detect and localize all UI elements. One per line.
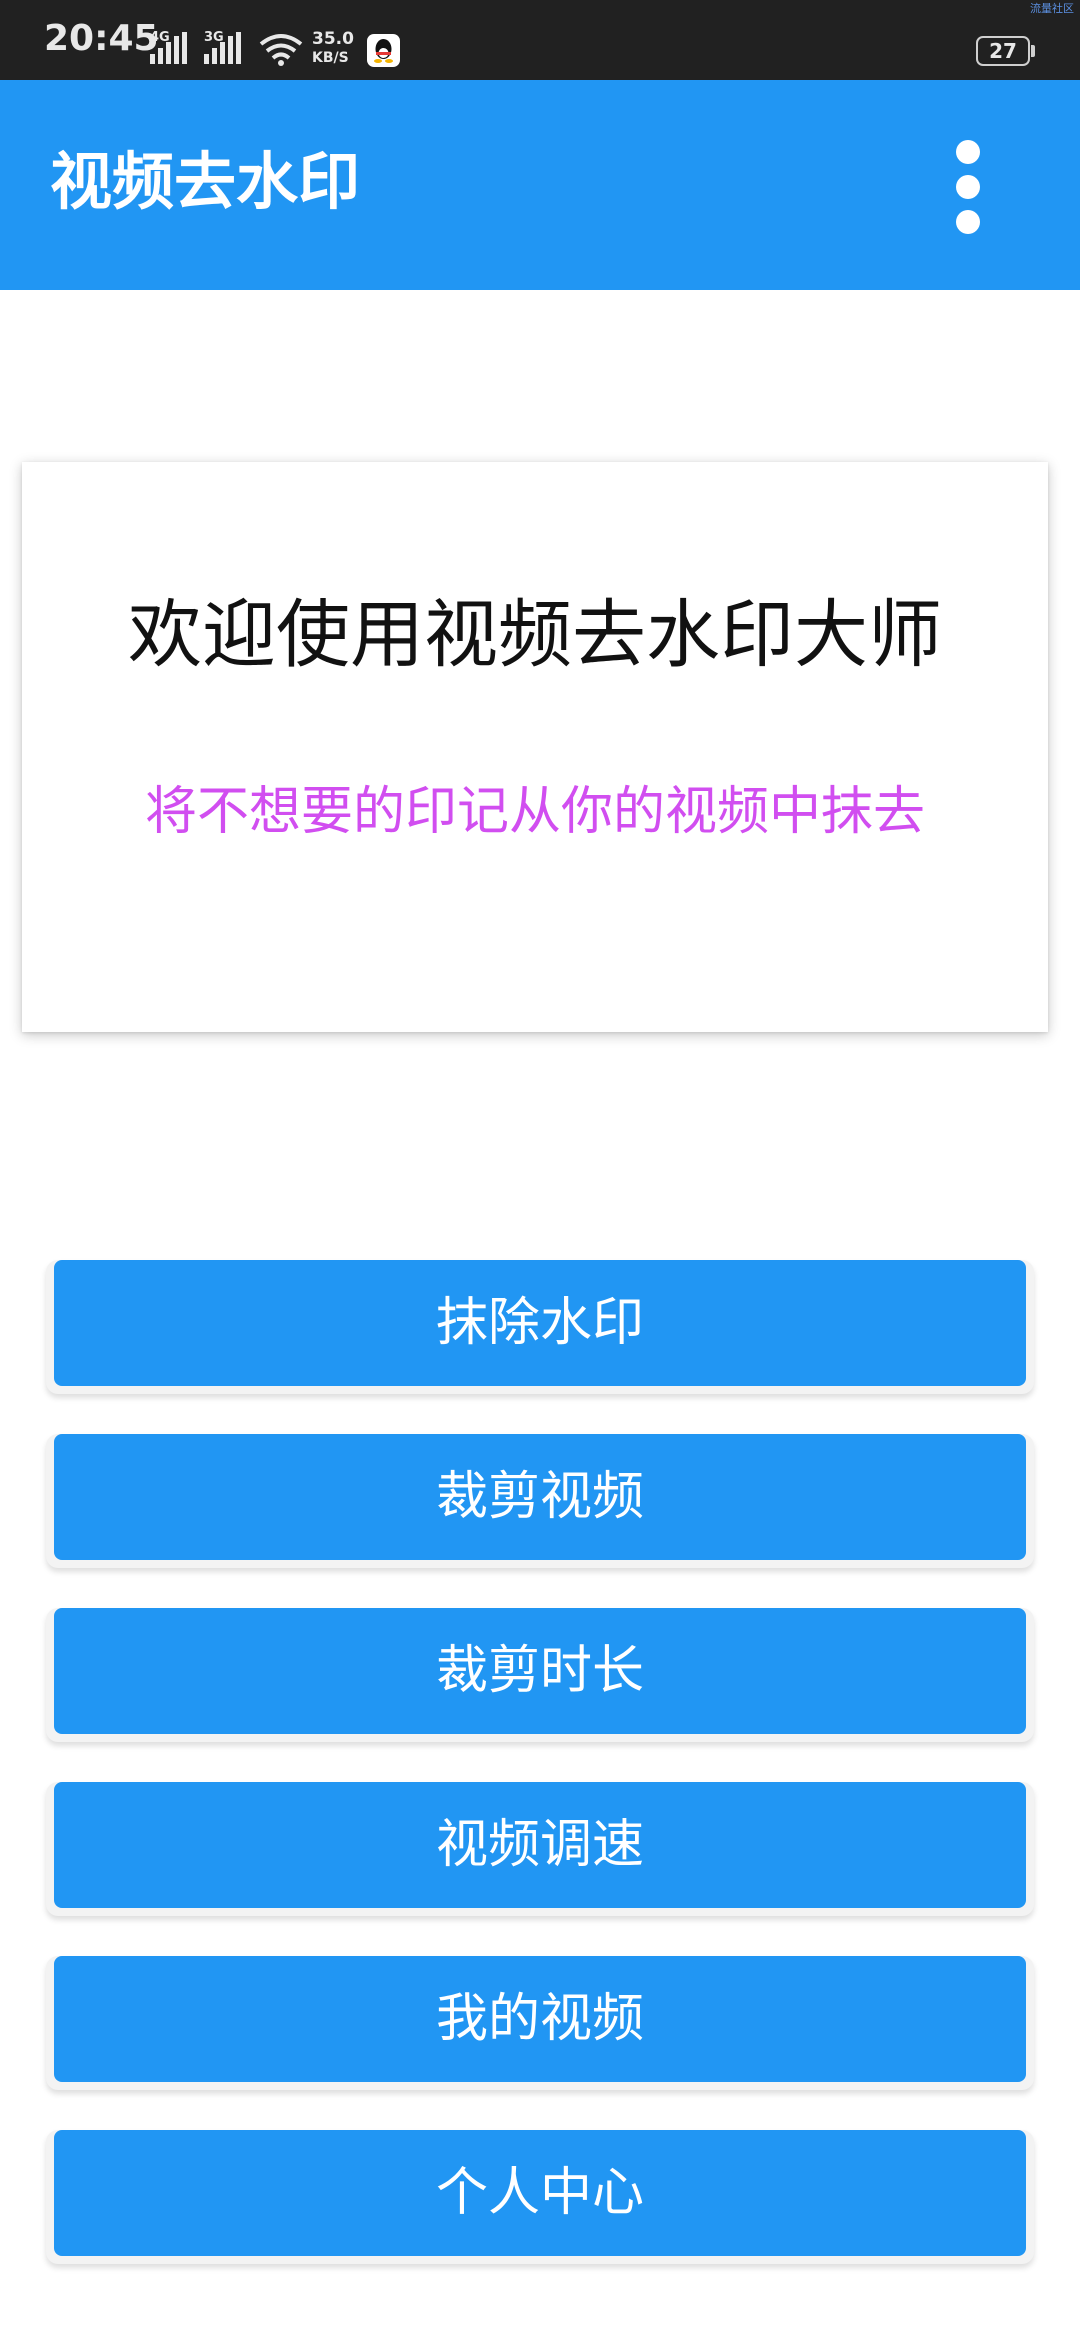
signal-3g-label: 3G [204,30,224,45]
action-button-shadow: 个人中心 [46,2130,1034,2264]
status-time: 20:45 [44,18,159,59]
battery-tip [1031,45,1035,57]
action-button-shadow: 裁剪时长 [46,1608,1034,1742]
crop-video-button[interactable]: 裁剪视频 [54,1434,1026,1560]
action-button-shadow: 抹除水印 [46,1260,1034,1394]
signal-4g-label: 4G [150,30,170,45]
signal-3g-icon: 3G [202,30,246,66]
action-button-shadow: 视频调速 [46,1782,1034,1916]
action-button-shadow: 我的视频 [46,1956,1034,2090]
wifi-icon [258,33,304,71]
battery-icon: 27 [976,36,1030,66]
remove-watermark-button[interactable]: 抹除水印 [54,1260,1026,1386]
corner-tag: 流量社区 [1030,2,1074,15]
qq-icon [367,34,400,67]
video-speed-button[interactable]: 视频调速 [54,1782,1026,1908]
status-bar: 20:45 4G 3G 35.0 KB/S 27 流量社区 [0,0,1080,80]
my-videos-button[interactable]: 我的视频 [54,1956,1026,2082]
app-bar: 视频去水印 [0,80,1080,290]
network-speed-unit: KB/S [312,50,349,66]
welcome-card: 欢迎使用视频去水印大师 将不想要的印记从你的视频中抹去 [22,462,1048,1032]
action-button-shadow: 裁剪视频 [46,1434,1034,1568]
overflow-menu-icon[interactable] [944,132,992,242]
trim-duration-button[interactable]: 裁剪时长 [54,1608,1026,1734]
app-title: 视频去水印 [50,145,361,218]
personal-center-button[interactable]: 个人中心 [54,2130,1026,2256]
welcome-title: 欢迎使用视频去水印大师 [128,592,942,678]
welcome-subtitle: 将不想要的印记从你的视频中抹去 [144,782,925,842]
signal-4g-icon: 4G [148,30,192,66]
menu-dot [956,210,980,234]
menu-dot [956,175,980,199]
network-speed-value: 35.0 [312,29,354,49]
menu-dot [956,140,980,164]
